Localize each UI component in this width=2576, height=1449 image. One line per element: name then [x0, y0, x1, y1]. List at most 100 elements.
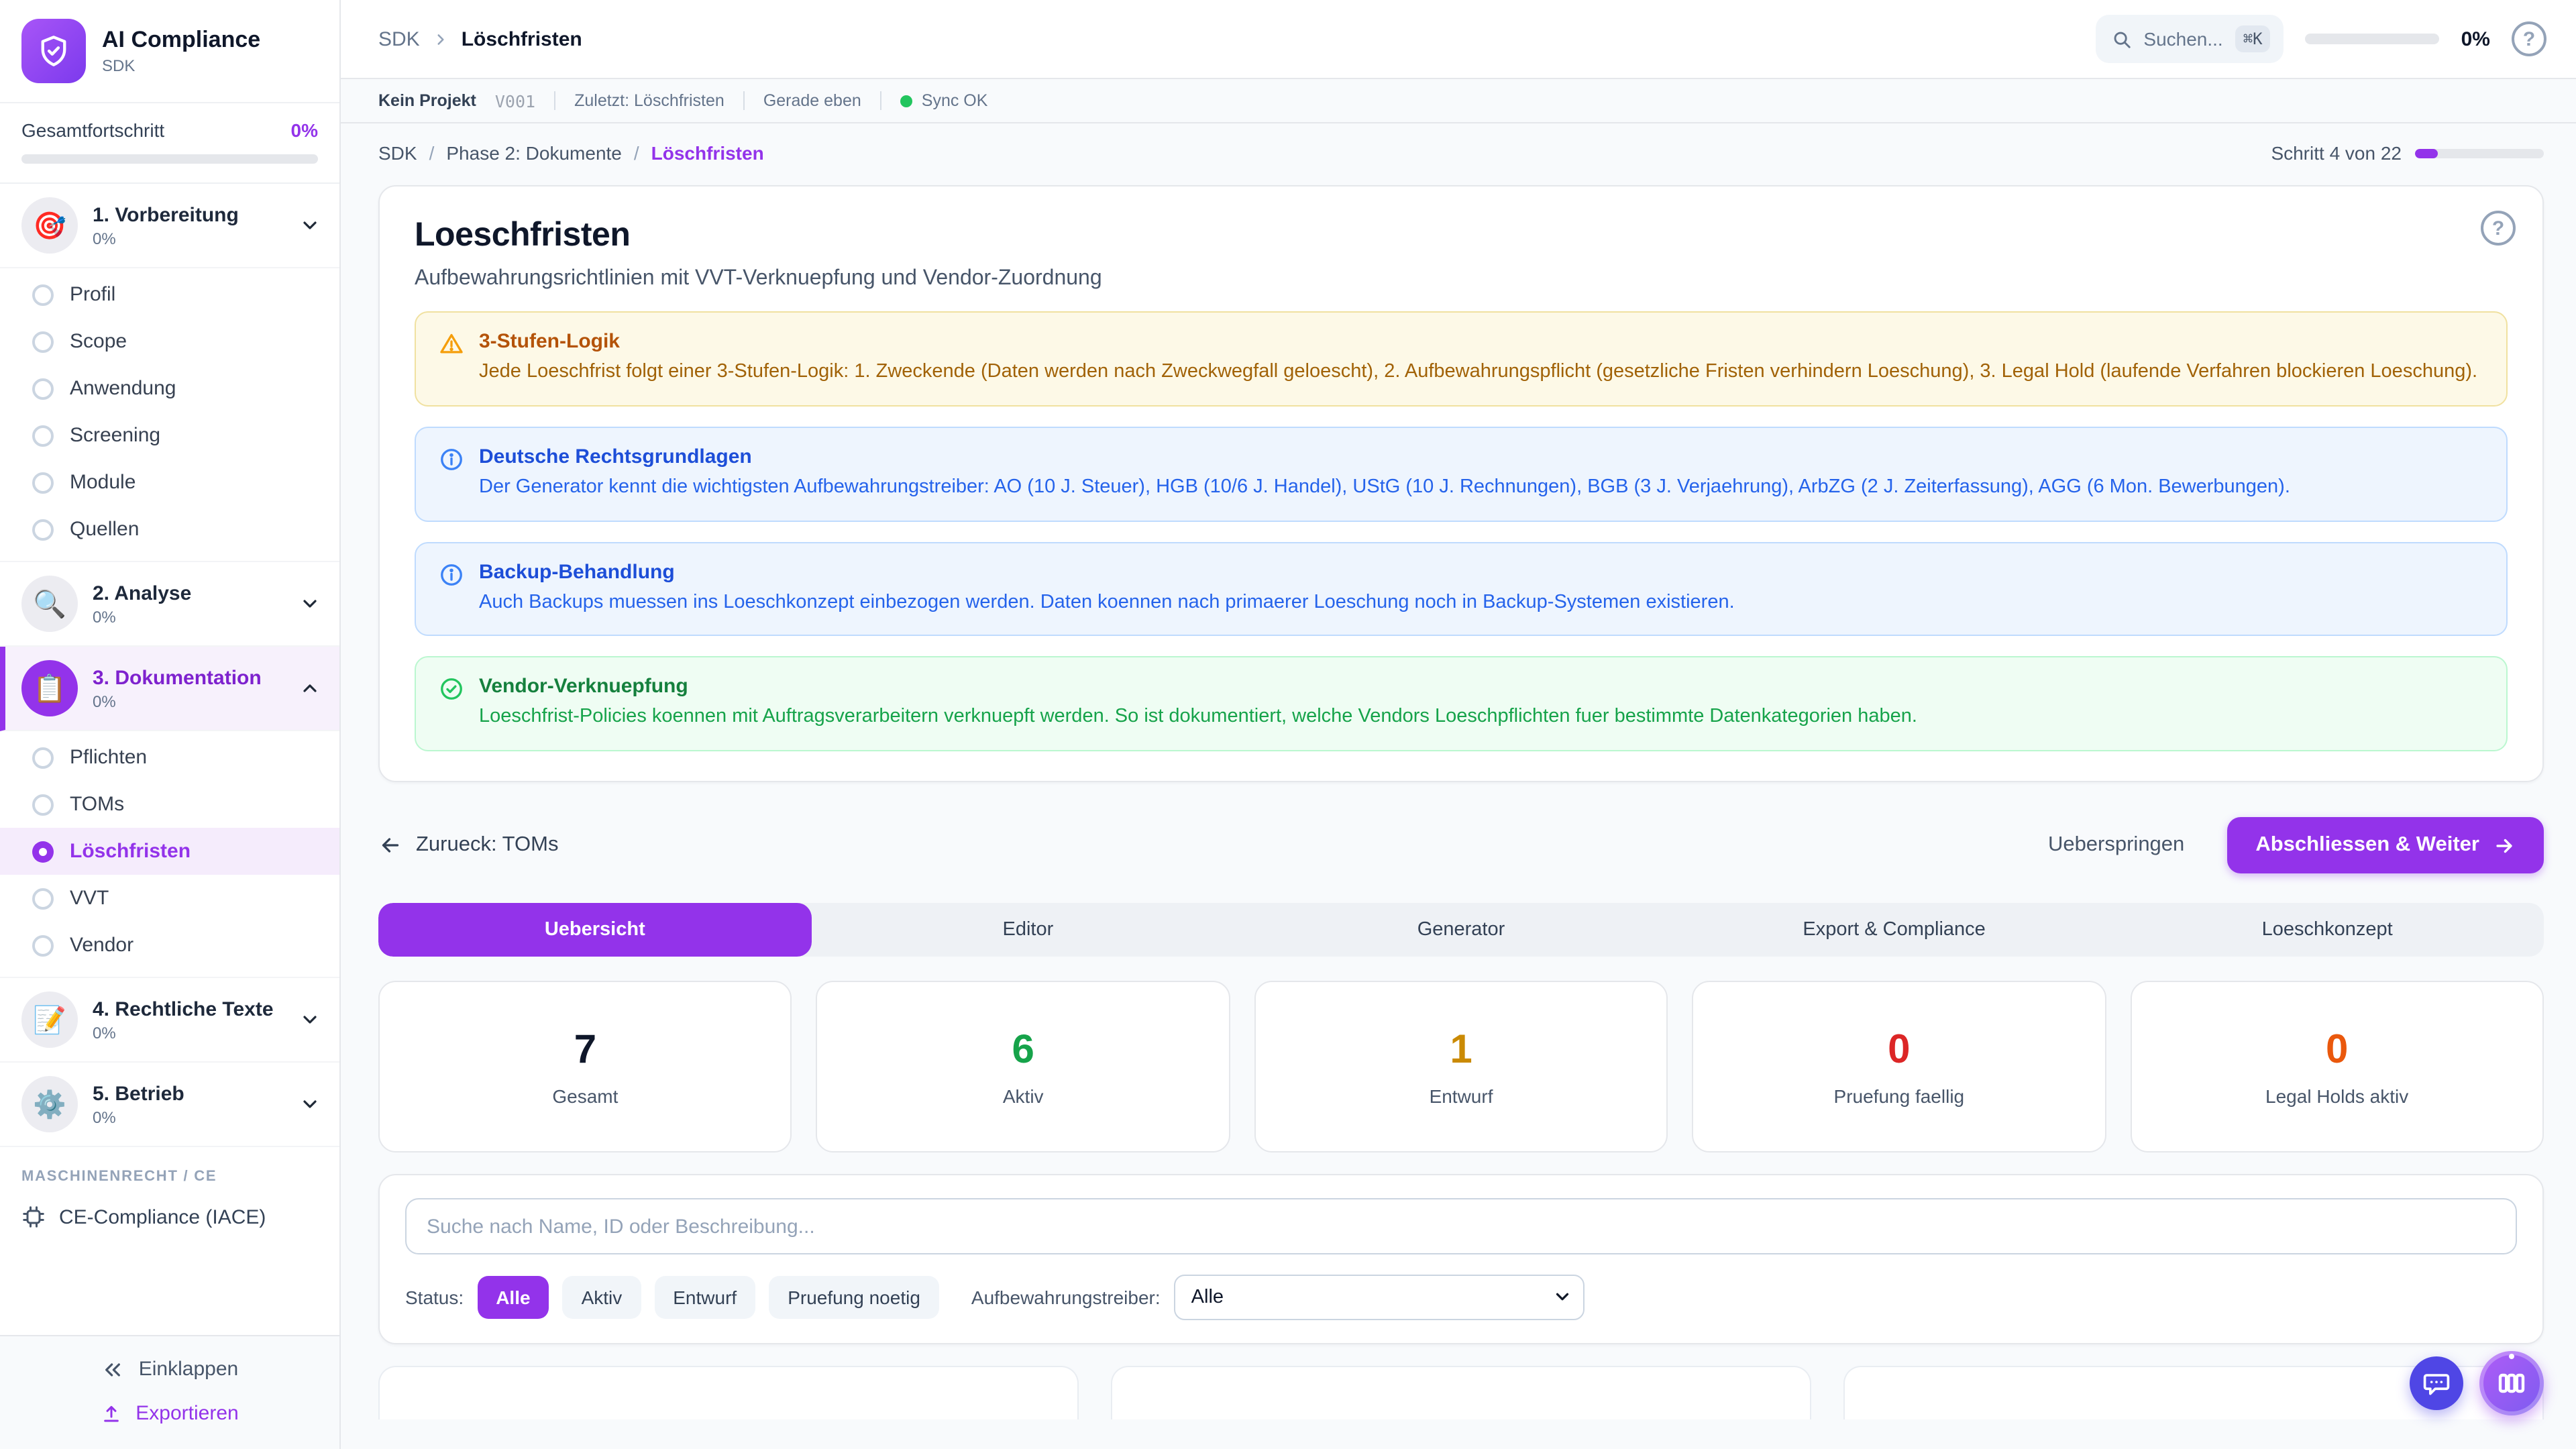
sidebar-item-quellen[interactable]: Quellen	[0, 506, 339, 553]
status-pill-entwurf[interactable]: Entwurf	[654, 1276, 755, 1319]
phase-label: 1. Vorbereitung	[93, 203, 284, 226]
search-icon	[2111, 29, 2131, 49]
status-filter-label: Status:	[405, 1287, 464, 1308]
divider	[743, 91, 745, 110]
sidebar-item-scope[interactable]: Scope	[0, 318, 339, 365]
driver-select-wrap: Alle	[1174, 1275, 1585, 1320]
overall-progress-track	[21, 154, 318, 164]
status-pill-aktiv[interactable]: Aktiv	[563, 1276, 641, 1319]
columns-icon	[2496, 1367, 2528, 1399]
stat-value: 7	[574, 1027, 596, 1073]
step-progress-track	[2415, 148, 2544, 158]
sync-label: Sync OK	[922, 91, 988, 110]
breadcrumb-current: Löschfristen	[462, 28, 582, 50]
phase-label: 4. Rechtliche Texte	[93, 998, 284, 1020]
crumb-phase[interactable]: Phase 2: Dokumente	[446, 142, 622, 164]
crumb-sdk[interactable]: SDK	[378, 142, 417, 164]
sidebar-phase-dokumentation[interactable]: 📋 3. Dokumentation 0%	[0, 647, 339, 731]
stat-entwurf: 1 Entwurf	[1254, 981, 1668, 1152]
app-subtitle: SDK	[102, 56, 260, 75]
last-visited: Zuletzt: Löschfristen	[574, 91, 724, 110]
stat-value: 6	[1012, 1027, 1034, 1073]
check-circle-icon	[439, 677, 464, 702]
driver-select[interactable]: Alle	[1174, 1275, 1585, 1320]
status-pill-alle[interactable]: Alle	[477, 1276, 549, 1319]
sidebar-phase-vorbereitung[interactable]: 🎯 1. Vorbereitung 0%	[0, 184, 339, 268]
tab-generator[interactable]: Generator	[1244, 903, 1678, 957]
alert-text: Loeschfrist-Policies koennen mit Auftrag…	[479, 704, 1917, 733]
alert-text: Jede Loeschfrist folgt einer 3-Stufen-Lo…	[479, 358, 2477, 388]
tab-uebersicht[interactable]: Uebersicht	[378, 903, 812, 957]
sidebar-item-screening[interactable]: Screening	[0, 412, 339, 459]
sidebar-item-vendor[interactable]: Vendor	[0, 922, 339, 969]
topbar-progress-percent: 0%	[2461, 28, 2490, 50]
collapse-sidebar-button[interactable]: Einklappen	[101, 1358, 238, 1381]
tab-loeschkonzept[interactable]: Loeschkonzept	[2110, 903, 2544, 957]
page-content: SDK / Phase 2: Dokumente / Löschfristen …	[341, 123, 2576, 1449]
phase-percent: 0%	[93, 607, 284, 626]
stat-value: 1	[1450, 1027, 1472, 1073]
stat-pruefung-faellig: 0 Pruefung faellig	[1692, 981, 2106, 1152]
topbar-breadcrumb: SDK Löschfristen	[378, 28, 582, 50]
chevron-down-icon	[299, 593, 321, 614]
breadcrumb-root[interactable]: SDK	[378, 28, 420, 50]
sidebar-phase-betrieb[interactable]: ⚙️ 5. Betrieb 0%	[0, 1063, 339, 1147]
radio-icon	[32, 747, 54, 768]
stats-row: 7 Gesamt 6 Aktiv 1 Entwurf 0 Pruefung fa…	[378, 981, 2544, 1152]
radio-icon	[32, 888, 54, 909]
stat-legal-holds: 0 Legal Holds aktiv	[2130, 981, 2544, 1152]
stat-label: Gesamt	[552, 1085, 618, 1106]
sidebar-item-toms[interactable]: TOMs	[0, 781, 339, 828]
warning-icon	[439, 331, 464, 357]
clipboard-icon: 📋	[21, 660, 78, 716]
tab-export-compliance[interactable]: Export & Compliance	[1678, 903, 2111, 957]
arrow-right-icon	[2493, 834, 2516, 857]
sidebar-item-ce-compliance[interactable]: CE-Compliance (IACE)	[0, 1193, 339, 1241]
app-title: AI Compliance	[102, 27, 260, 53]
status-pill-pruefung-noetig[interactable]: Pruefung noetig	[769, 1276, 939, 1319]
radio-icon	[32, 331, 54, 352]
complete-next-button[interactable]: Abschliessen & Weiter	[2227, 817, 2544, 873]
app-logo	[21, 19, 86, 83]
sidebar-item-loeschfristen[interactable]: Löschfristen	[0, 828, 339, 875]
chat-fab[interactable]	[2410, 1356, 2463, 1410]
export-label: Exportieren	[136, 1402, 238, 1425]
sidebar-item-profil[interactable]: Profil	[0, 271, 339, 318]
sidebar-item-pflichten[interactable]: Pflichten	[0, 734, 339, 781]
alert-backup: Backup-Behandlung Auch Backups muessen i…	[415, 541, 2508, 637]
chevron-up-icon	[299, 678, 321, 699]
app-root: AI Compliance SDK Gesamtfortschritt 0% 🎯…	[0, 0, 2576, 1449]
loeschfristen-card: ? Loeschfristen Aufbewahrungsrichtlinien…	[378, 185, 2544, 782]
back-button[interactable]: Zurueck: TOMs	[378, 833, 558, 857]
radio-icon	[32, 472, 54, 493]
chevron-right-icon	[432, 30, 449, 48]
alert-title: Backup-Behandlung	[479, 560, 1735, 583]
crumb-current: Löschfristen	[651, 142, 764, 164]
stat-gesamt: 7 Gesamt	[378, 981, 792, 1152]
radio-icon	[32, 425, 54, 446]
alert-title: Vendor-Verknuepfung	[479, 676, 1917, 698]
policy-search-input[interactable]	[405, 1198, 2517, 1254]
radio-icon	[32, 284, 54, 305]
help-icon[interactable]: ?	[2512, 21, 2546, 56]
skip-button[interactable]: Ueberspringen	[2040, 832, 2192, 859]
alert-title: Deutsche Rechtsgrundlagen	[479, 445, 2290, 468]
sidebar-phase-rechtliche-texte[interactable]: 📝 4. Rechtliche Texte 0%	[0, 978, 339, 1063]
shield-check-icon	[36, 34, 71, 68]
sidebar-phase-analyse[interactable]: 🔍 2. Analyse 0%	[0, 562, 339, 647]
page-breadcrumb-row: SDK / Phase 2: Dokumente / Löschfristen …	[378, 142, 2544, 164]
sidebar-item-module[interactable]: Module	[0, 459, 339, 506]
sidebar-item-vvt[interactable]: VVT	[0, 875, 339, 922]
last-saved-time: Gerade eben	[763, 91, 861, 110]
export-button[interactable]: Exportieren	[101, 1402, 238, 1425]
card-help-icon[interactable]: ?	[2481, 211, 2516, 246]
global-search-button[interactable]: Suchen... ⌘K	[2095, 15, 2284, 63]
tab-editor[interactable]: Editor	[812, 903, 1245, 957]
chevron-down-icon	[299, 1093, 321, 1115]
phase1-items: Profil Scope Anwendung Screening Module …	[0, 268, 339, 562]
step-label: Schritt 4 von 22	[2271, 142, 2402, 164]
sidebar-header: AI Compliance SDK	[0, 0, 339, 103]
radio-icon	[32, 934, 54, 956]
board-fab[interactable]	[2479, 1351, 2544, 1415]
sidebar-item-anwendung[interactable]: Anwendung	[0, 365, 339, 412]
